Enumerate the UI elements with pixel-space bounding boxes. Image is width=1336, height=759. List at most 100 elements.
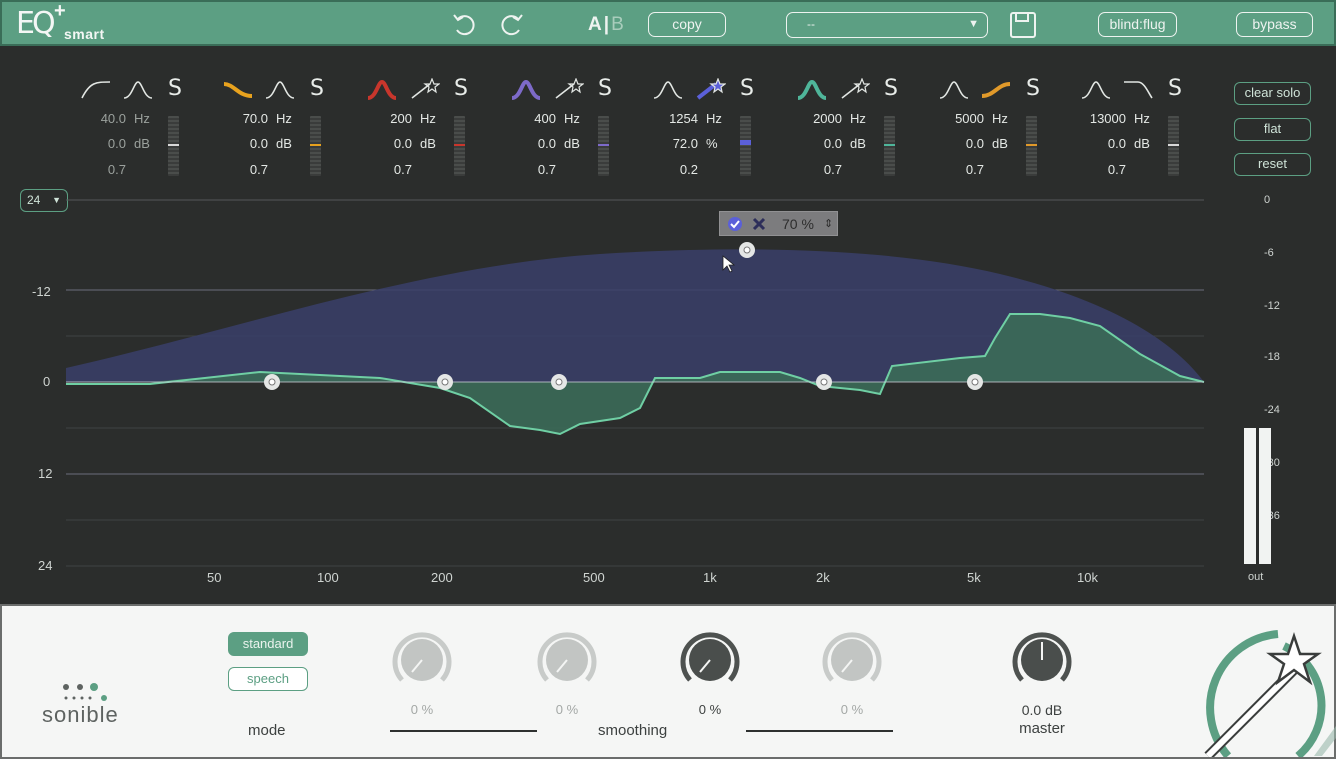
band-8-gain-value[interactable]: 0.0 bbox=[1072, 136, 1126, 151]
band-7: S 5000 Hz 0.0 dB 0.7 bbox=[938, 76, 1058, 186]
band-3-gain-value[interactable]: 0.0 bbox=[358, 136, 412, 151]
undo-icon[interactable] bbox=[450, 10, 480, 40]
band-6-solo-button[interactable]: S bbox=[884, 76, 898, 101]
ab-a-label[interactable]: A bbox=[588, 14, 604, 35]
smoothing-divider-left bbox=[390, 730, 537, 732]
mode-speech-button[interactable]: speech bbox=[228, 667, 308, 691]
right-axis-label: -18 bbox=[1264, 351, 1280, 363]
band-7-gain-unit: dB bbox=[992, 136, 1008, 151]
copy-button[interactable]: copy bbox=[648, 12, 726, 37]
band-7-freq-value[interactable]: 5000 bbox=[930, 111, 984, 126]
master-value: 0.0 dB bbox=[1021, 702, 1063, 718]
magic-wand-filter-icon[interactable] bbox=[552, 78, 584, 102]
bell-filter-icon[interactable] bbox=[366, 78, 398, 102]
band-4-freq-unit: Hz bbox=[564, 111, 580, 126]
smoothing-knob-4[interactable] bbox=[820, 628, 884, 692]
smoothing-knob-2[interactable] bbox=[535, 628, 599, 692]
band-7-q-value[interactable]: 0.7 bbox=[930, 162, 984, 177]
bell-filter-icon[interactable] bbox=[122, 78, 154, 102]
band-8-q-value[interactable]: 0.7 bbox=[1072, 162, 1126, 177]
bell-filter-icon[interactable] bbox=[1080, 78, 1112, 102]
band-2-gain-value[interactable]: 0.0 bbox=[214, 136, 268, 151]
band-5-freq-value[interactable]: 1254 bbox=[644, 111, 698, 126]
band-7-solo-button[interactable]: S bbox=[1026, 76, 1040, 101]
band-2-q-value[interactable]: 0.7 bbox=[214, 162, 268, 177]
band-2-freq-value[interactable]: 70.0 bbox=[214, 111, 268, 126]
band-6: S 2000 Hz 0.0 dB 0.7 bbox=[796, 76, 916, 186]
bypass-button[interactable]: bypass bbox=[1236, 12, 1313, 37]
band-5-gain-unit: % bbox=[706, 136, 718, 151]
band-5-solo-button[interactable]: S bbox=[740, 76, 754, 101]
band-5-q-value[interactable]: 0.2 bbox=[644, 162, 698, 177]
blind-flug-button[interactable]: blind:flug bbox=[1098, 12, 1177, 37]
magic-wand-filter-icon[interactable] bbox=[408, 78, 440, 102]
ab-b-label[interactable]: B bbox=[611, 14, 626, 35]
freq-axis-label: 50 bbox=[207, 570, 222, 585]
clear-solo-button[interactable]: clear solo bbox=[1234, 82, 1311, 105]
header-bar: EQ + smart A|B copy -- ▼ blind:flug bypa… bbox=[0, 0, 1336, 46]
save-icon[interactable] bbox=[1008, 10, 1038, 40]
bell-filter-icon[interactable] bbox=[652, 78, 684, 102]
tooltip-value[interactable]: 70 % bbox=[782, 216, 814, 232]
band-3-q-value[interactable]: 0.7 bbox=[358, 162, 412, 177]
ab-compare-toggle[interactable]: A|B bbox=[588, 14, 626, 36]
band-5-gain-value[interactable]: 72.0 bbox=[644, 136, 698, 151]
band-1-gain-value[interactable]: 0.0 bbox=[72, 136, 126, 151]
band-3-freq-value[interactable]: 200 bbox=[358, 111, 412, 126]
close-icon[interactable] bbox=[751, 216, 767, 232]
left-axis-label: -12 bbox=[32, 284, 51, 299]
redo-icon[interactable] bbox=[496, 10, 526, 40]
band-1-q-value[interactable]: 0.7 bbox=[72, 162, 126, 177]
band-6-gain-value[interactable]: 0.0 bbox=[788, 136, 842, 151]
left-axis-label: 12 bbox=[38, 466, 53, 481]
mode-label: mode bbox=[248, 722, 286, 739]
bell-filter-icon[interactable] bbox=[938, 78, 970, 102]
magic-wand-filter-icon[interactable] bbox=[838, 78, 870, 102]
low-cut-filter-icon[interactable] bbox=[1122, 78, 1154, 102]
band-4-solo-button[interactable]: S bbox=[598, 76, 612, 101]
confirm-icon[interactable] bbox=[727, 216, 743, 232]
logo-smart-text: smart bbox=[64, 26, 105, 42]
master-knob[interactable] bbox=[1010, 628, 1074, 692]
flat-button[interactable]: flat bbox=[1234, 118, 1311, 141]
band-8: S 13000 Hz 0.0 dB 0.7 bbox=[1080, 76, 1200, 186]
band-1-meter-mark bbox=[168, 144, 179, 146]
band-3-solo-button[interactable]: S bbox=[454, 76, 468, 101]
band-4-q-value[interactable]: 0.7 bbox=[502, 162, 556, 177]
smoothing-knob-3[interactable] bbox=[678, 628, 742, 692]
band-4-gain-unit: dB bbox=[564, 136, 580, 151]
band-3: S 200 Hz 0.0 dB 0.7 bbox=[366, 76, 486, 186]
eq-graph[interactable] bbox=[0, 186, 1336, 596]
high-shelf-filter-icon[interactable] bbox=[980, 78, 1012, 102]
bell-filter-icon[interactable] bbox=[510, 78, 542, 102]
smoothing-knob-1[interactable] bbox=[390, 628, 454, 692]
knob-1-value: 0 % bbox=[410, 702, 434, 717]
band-4-level-meter bbox=[598, 116, 609, 176]
preset-dropdown[interactable]: -- ▼ bbox=[786, 12, 988, 38]
band-1-solo-button[interactable]: S bbox=[168, 76, 182, 101]
band-2-solo-button[interactable]: S bbox=[310, 76, 324, 101]
band-2-freq-unit: Hz bbox=[276, 111, 292, 126]
band-4-freq-value[interactable]: 400 bbox=[502, 111, 556, 126]
band-node-2 bbox=[264, 374, 280, 390]
bell-filter-icon[interactable] bbox=[264, 78, 296, 102]
master-label: master bbox=[1019, 720, 1065, 737]
magic-wand-filter-icon[interactable] bbox=[694, 78, 726, 102]
band-6-q-value[interactable]: 0.7 bbox=[788, 162, 842, 177]
high-cut-filter-icon[interactable] bbox=[80, 78, 112, 102]
stepper-arrows-icon[interactable]: ⇕ bbox=[824, 217, 833, 230]
band-8-freq-value[interactable]: 13000 bbox=[1072, 111, 1126, 126]
band-1-freq-value[interactable]: 40.0 bbox=[72, 111, 126, 126]
reset-button[interactable]: reset bbox=[1234, 153, 1311, 176]
bell-filter-icon[interactable] bbox=[796, 78, 828, 102]
band-6-freq-value[interactable]: 2000 bbox=[788, 111, 842, 126]
band-8-gain-unit: dB bbox=[1134, 136, 1150, 151]
mode-standard-button[interactable]: standard bbox=[228, 632, 308, 656]
magic-wand-learn-button[interactable] bbox=[1188, 606, 1336, 757]
band-7-gain-value[interactable]: 0.0 bbox=[930, 136, 984, 151]
low-shelf-filter-icon[interactable] bbox=[222, 78, 254, 102]
freq-axis-label: 2k bbox=[816, 570, 830, 585]
right-axis-label: -6 bbox=[1264, 247, 1274, 259]
band-4-gain-value[interactable]: 0.0 bbox=[502, 136, 556, 151]
band-8-solo-button[interactable]: S bbox=[1168, 76, 1182, 101]
